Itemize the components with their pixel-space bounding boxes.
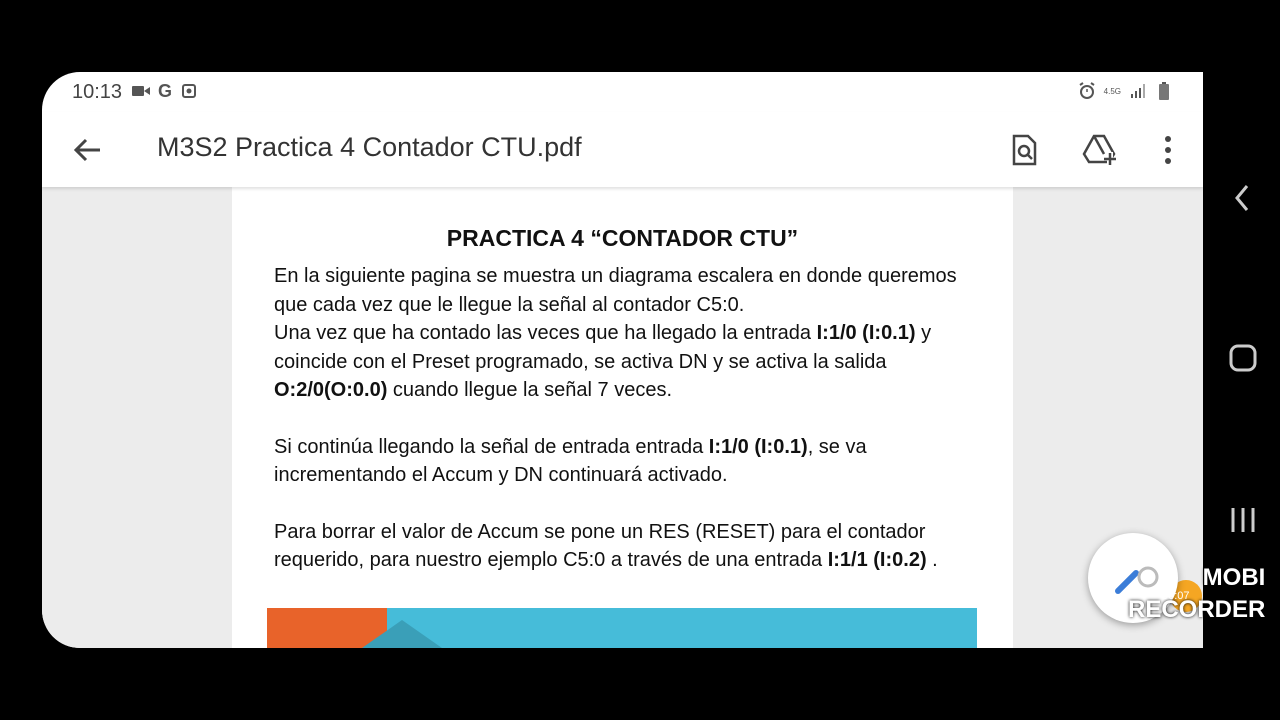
app-toolbar: M3S2 Practica 4 Contador CTU.pdf (42, 112, 1203, 187)
back-button[interactable] (70, 132, 106, 168)
status-icons-right: 4.5G (1078, 82, 1173, 100)
paragraph-2: Una vez que ha contado las veces que ha … (274, 322, 932, 401)
search-document-button[interactable] (1004, 130, 1044, 170)
ladder-diagram-image (267, 608, 977, 648)
page-heading: PRACTICA 4 “CONTADOR CTU” (446, 225, 799, 251)
document-title: M3S2 Practica 4 Contador CTU.pdf (157, 132, 582, 162)
home-square-icon (1229, 344, 1257, 372)
chevron-left-icon (1235, 185, 1249, 211)
google-icon: G (157, 80, 172, 101)
screen-record-icon (180, 82, 198, 100)
status-icons-left: G (132, 80, 198, 101)
nav-recents-button[interactable] (1225, 502, 1261, 538)
nav-home-button[interactable] (1225, 340, 1261, 376)
network-type-label: 4.5G (1103, 86, 1121, 96)
page-body: En la siguiente pagina se muestra un dia… (274, 262, 974, 575)
document-search-icon (1012, 134, 1037, 166)
arrow-back-icon (73, 138, 100, 162)
paragraph-1: En la siguiente pagina se muestra un dia… (274, 265, 957, 316)
pdf-page: PRACTICA 4 “CONTADOR CTU” En la siguient… (232, 187, 1013, 648)
recorder-watermark: MOBI RECORDER (1128, 564, 1266, 623)
phone-screen: 10:13 G 4.5G M3S2 Practica 4 Contador CT… (42, 72, 1203, 648)
nav-back-button[interactable] (1225, 180, 1261, 216)
signal-icon (1129, 82, 1147, 100)
recents-icon (1231, 508, 1255, 532)
status-time: 10:13 (72, 81, 123, 103)
add-to-drive-button[interactable] (1080, 130, 1120, 170)
alarm-icon (1078, 82, 1096, 100)
battery-icon (1155, 82, 1173, 100)
recorder-timer: 00:07 (1162, 590, 1190, 602)
video-camera-icon (132, 82, 150, 100)
more-vert-icon (1165, 136, 1171, 164)
more-options-button[interactable] (1148, 130, 1188, 170)
pdf-viewer[interactable]: PRACTICA 4 “CONTADOR CTU” En la siguient… (42, 187, 1203, 648)
status-bar: 10:13 G 4.5G (42, 72, 1203, 112)
paragraph-3: Si continúa llegando la señal de entrada… (274, 435, 867, 487)
paragraph-4: Para borrar el valor de Accum se pone un… (274, 520, 938, 572)
add-to-drive-icon (1082, 134, 1116, 166)
